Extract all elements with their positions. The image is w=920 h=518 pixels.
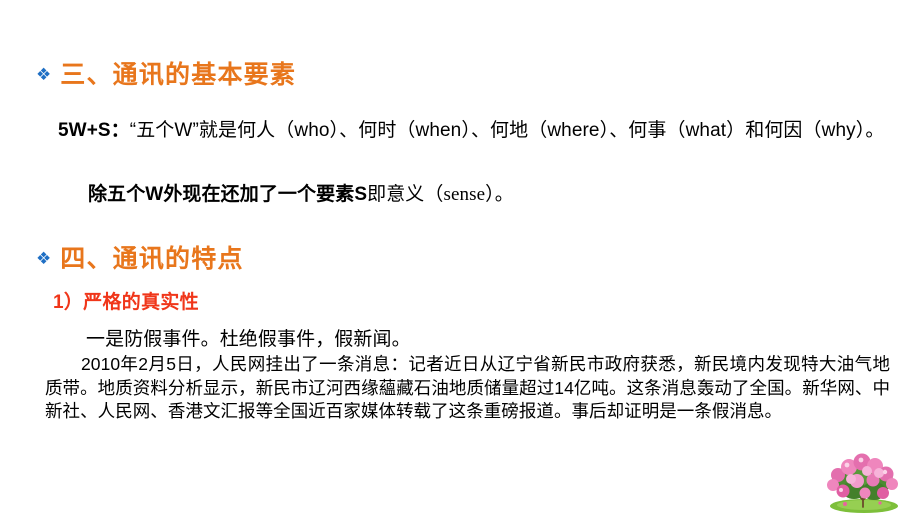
pink-flowering-shrub-image [827,453,898,513]
sub-heading-one: 1）严格的真实性 [53,292,199,313]
case-study-paragraph: 2010年2月5日，人民网挂出了一条消息：记者近日从辽宁省新民市政府获悉，新民境… [45,354,890,422]
diamond-bullet-icon: ❖ [36,65,52,84]
sense-tail-part: ）。 [485,184,514,205]
five-w-paragraph: 5W+S：“五个W”就是何人（who）、何时（when）、何地（where）、何… [58,118,888,145]
sense-bold-part: 除五个W外现在还加了一个要素S [88,184,368,205]
slide-canvas: ❖ 三、通讯的基本要素 5W+S：“五个W”就是何人（who）、何时（when）… [0,0,920,518]
diamond-bullet-icon: ❖ [36,249,52,268]
five-w-lead: 5W+S： [58,120,130,141]
section-heading-four: ❖ 四、通讯的特点 [36,245,244,273]
sense-mid-part: 即意义（ [367,184,444,205]
sense-paragraph: 除五个W外现在还加了一个要素S即意义（sense）。 [88,182,888,209]
anti-fake-line: 一是防假事件。杜绝假事件，假新闻。 [86,329,411,350]
section-heading-four-label: 四、通讯的特点 [60,245,244,273]
section-heading-three-label: 三、通讯的基本要素 [60,61,297,89]
five-w-rest: “五个W”就是何人（who）、何时（when）、何地（where）、何事（wha… [129,120,885,141]
sense-term: sense [443,184,486,205]
section-heading-three: ❖ 三、通讯的基本要素 [36,61,297,89]
